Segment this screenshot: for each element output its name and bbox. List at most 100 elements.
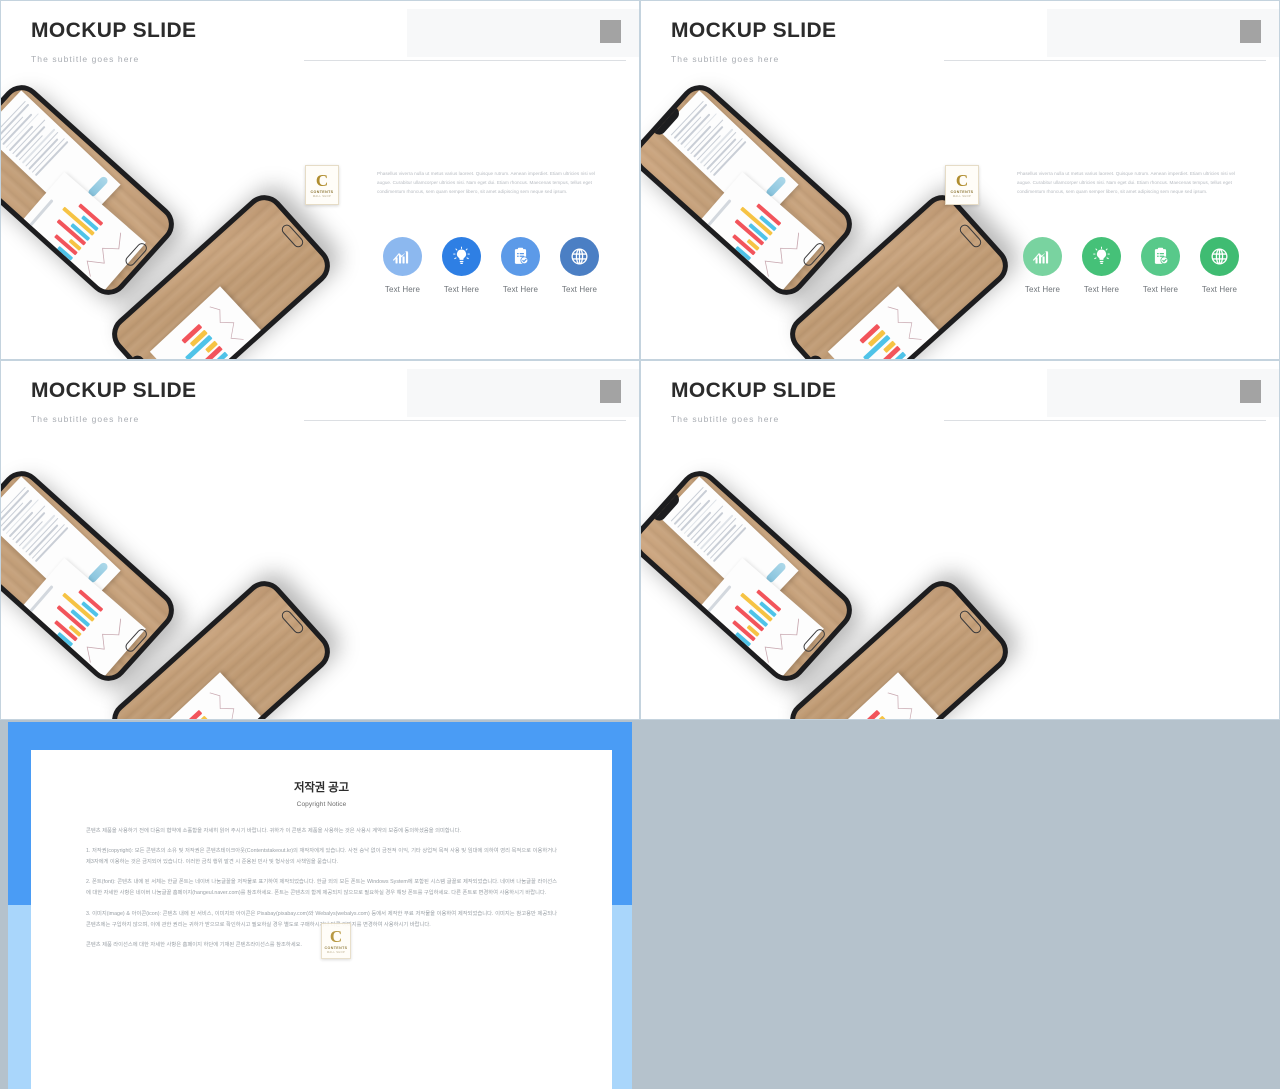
chart-sheet (827, 286, 940, 359)
feature-label: Text Here (561, 285, 598, 294)
globe-icon[interactable] (560, 237, 599, 276)
logo-line-2: MALL SHOP (952, 195, 972, 198)
page-subtitle: The subtitle goes here (31, 54, 140, 64)
phone-home-indicator (279, 608, 306, 636)
body-paragraph: Phasellus viverra nulla ut metus varius … (377, 171, 596, 194)
slide-header: MOCKUP SLIDE The subtitle goes here (1, 1, 639, 64)
header-divider (304, 60, 626, 61)
logo-line-1: CONTENTS (950, 190, 974, 194)
phone-home-indicator (957, 608, 984, 636)
chart-sheet (18, 171, 146, 295)
header-divider (944, 60, 1266, 61)
chart-sheet (827, 672, 940, 719)
phone-mockup-stage (641, 73, 1069, 359)
slide-green[interactable]: MOCKUP SLIDE The subtitle goes here C CO… (640, 0, 1280, 360)
signature-mark (765, 175, 788, 198)
body-paragraph: Phasellus viverra nulla ut metus varius … (1017, 171, 1236, 194)
growth-chart-icon[interactable] (1023, 237, 1062, 276)
logo-letter: C (329, 927, 343, 946)
phone-mockup-left (641, 462, 861, 690)
copyright-title-ko: 저작권 공고 (294, 782, 349, 794)
page-title: MOCKUP SLIDE (671, 379, 837, 402)
copyright-paragraph-1: 1. 저작권(copyright): 모든 콘텐츠의 소유 및 저작권은 콘텐츠… (86, 848, 557, 866)
copyright-panel: 저작권 공고 Copyright Notice 콘텐츠 제품을 사용하기 전에 … (0, 722, 640, 1089)
page-subtitle: The subtitle goes here (671, 414, 780, 424)
header-square-marker (600, 380, 621, 403)
copyright-page: 저작권 공고 Copyright Notice 콘텐츠 제품을 사용하기 전에 … (31, 750, 612, 1089)
empty-background-area (640, 722, 1280, 1089)
header-divider (304, 420, 626, 421)
feature-label: Text Here (1201, 285, 1238, 294)
header-divider (944, 420, 1266, 421)
header-square-marker (1240, 20, 1261, 43)
growth-chart-icon[interactable] (383, 237, 422, 276)
chart-sheet (18, 557, 146, 681)
brand-logo-badge: C CONTENTS MALL SHOP (305, 165, 339, 205)
phone-home-indicator (957, 222, 984, 250)
feature-label: Text Here (443, 285, 480, 294)
clipboard-check-icon[interactable] (501, 237, 540, 276)
globe-icon[interactable] (1200, 237, 1239, 276)
feature-item-growth[interactable]: Text Here (1023, 237, 1062, 294)
logo-line-2: MALL SHOP (326, 951, 346, 954)
logo-line-1: CONTENTS (310, 190, 334, 194)
document-text-lines (670, 486, 749, 564)
document-text-lines (1, 486, 71, 564)
lightbulb-idea-icon[interactable] (442, 237, 481, 276)
feature-label: Text Here (1024, 285, 1061, 294)
slide-red[interactable]: MOCKUP SLIDE The subtitle goes here (640, 360, 1280, 720)
header-square-marker (600, 20, 621, 43)
signature-mark (87, 561, 110, 584)
chart-sheet (149, 286, 262, 359)
phone-home-indicator (279, 222, 306, 250)
page-subtitle: The subtitle goes here (671, 54, 780, 64)
document-text-lines (1, 100, 71, 178)
feature-item-idea[interactable]: Text Here (1082, 237, 1121, 294)
phone-screen-left (1, 83, 176, 297)
chart-sheet (696, 171, 824, 295)
feature-icon-row: Text Here Text Here Text Here Text Here (1023, 237, 1239, 294)
page-title: MOCKUP SLIDE (671, 19, 837, 42)
phone-mockup-left (1, 462, 183, 690)
copyright-title-en: Copyright Notice (296, 801, 347, 808)
slide-blue[interactable]: MOCKUP SLIDE The subtitle goes here C CO… (0, 0, 640, 360)
line-chart (886, 692, 922, 719)
feature-item-clipboard[interactable]: Text Here (1141, 237, 1180, 294)
logo-line-2: MALL SHOP (312, 195, 332, 198)
slide-header: MOCKUP SLIDE The subtitle goes here (1, 361, 639, 424)
chart-sheet (149, 672, 262, 719)
slide-header: MOCKUP SLIDE The subtitle goes here (641, 361, 1279, 424)
feature-icon-row: Text Here Text Here Text Here Text Here (383, 237, 599, 294)
copyright-watermark-logo: C CONTENTS MALL SHOP (321, 923, 351, 959)
feature-item-idea[interactable]: Text Here (442, 237, 481, 294)
slide-header: MOCKUP SLIDE The subtitle goes here (641, 1, 1279, 64)
feature-item-growth[interactable]: Text Here (383, 237, 422, 294)
clipboard-check-icon[interactable] (1141, 237, 1180, 276)
phone-screen-left (1, 469, 176, 683)
feature-label: Text Here (1083, 285, 1120, 294)
copyright-paragraph-intro: 콘텐츠 제품을 사용하기 전에 다음의 협약에 소홀함을 자세히 읽어 주시기 … (86, 828, 461, 834)
slide-yellow[interactable]: MOCKUP SLIDE The subtitle goes here (0, 360, 640, 720)
page-title: MOCKUP SLIDE (31, 379, 197, 402)
logo-letter: C (315, 171, 329, 190)
feature-item-clipboard[interactable]: Text Here (501, 237, 540, 294)
feature-item-globe[interactable]: Text Here (1200, 237, 1239, 294)
line-chart (208, 692, 244, 719)
brand-logo-badge: C CONTENTS MALL SHOP (945, 165, 979, 205)
signature-mark (87, 175, 110, 198)
document-text-lines (670, 100, 749, 178)
phone-mockup-left (641, 76, 861, 304)
phone-mockup-stage (1, 73, 391, 359)
page-subtitle: The subtitle goes here (31, 414, 140, 424)
phone-mockup-stage (1, 459, 391, 719)
phone-screen-left (641, 469, 854, 683)
phone-mockup-stage (641, 459, 1069, 719)
signature-mark (765, 561, 788, 584)
feature-item-globe[interactable]: Text Here (560, 237, 599, 294)
feature-label: Text Here (384, 285, 421, 294)
chart-sheet (696, 557, 824, 681)
lightbulb-idea-icon[interactable] (1082, 237, 1121, 276)
feature-label: Text Here (502, 285, 539, 294)
phone-mockup-left (1, 76, 183, 304)
header-square-marker (1240, 380, 1261, 403)
